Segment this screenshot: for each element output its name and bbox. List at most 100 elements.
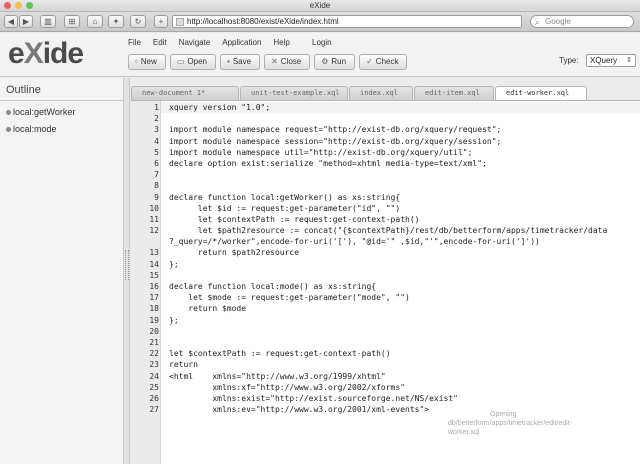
- code-line[interactable]: 19};: [131, 315, 640, 326]
- back-button[interactable]: ◀: [4, 15, 18, 28]
- code-line[interactable]: 3 import module namespace request="http:/…: [131, 124, 640, 135]
- maximize-window-icon[interactable]: [26, 2, 33, 9]
- exide-logo: eXide: [8, 37, 84, 70]
- type-select[interactable]: XQuery ⇕: [586, 54, 636, 67]
- code-text: import module namespace session="http://…: [169, 136, 502, 146]
- code-line[interactable]: 14};: [131, 259, 640, 270]
- new-tab-button[interactable]: +: [154, 15, 168, 28]
- code-line[interactable]: 4 import module namespace session="http:/…: [131, 136, 640, 147]
- line-number: 1: [154, 103, 159, 112]
- splitter-grip-icon[interactable]: [125, 250, 129, 280]
- code-line[interactable]: 25 xmlns:xf="http://www.w3.org/2002/xfor…: [131, 382, 640, 393]
- folder-icon: ▭: [176, 57, 185, 66]
- open-button[interactable]: ▭ Open: [169, 54, 216, 70]
- top-sites-button[interactable]: ⊞: [64, 15, 80, 28]
- menu-application[interactable]: Application: [222, 38, 261, 47]
- code-line[interactable]: 9 declare function local:getWorker() as x…: [131, 192, 640, 203]
- new-document-icon: ▫: [135, 57, 138, 66]
- menu-edit[interactable]: Edit: [153, 38, 167, 47]
- tab-new-document[interactable]: new-document 1*: [131, 86, 239, 100]
- code-line[interactable]: ?_query=/*/worker",encode-for-uri('['), …: [131, 236, 640, 247]
- outline-title: Outline: [6, 84, 41, 96]
- extension-button[interactable]: ✦: [108, 15, 124, 28]
- code-line[interactable]: 16 declare function local:mode() as xs:st…: [131, 281, 640, 292]
- code-line[interactable]: 10 let $id := request:get-parameter("id"…: [131, 203, 640, 214]
- status-line-3: worker.xql: [448, 429, 480, 436]
- line-number: 14: [149, 259, 159, 269]
- home-icon: ⌂: [92, 17, 98, 26]
- code-line[interactable]: 12 let $path2resource := concat("{$conte…: [131, 225, 640, 236]
- browser-toolbar: ◀ ▶ ▥ ⊞ ⌂ ✦ ↻ + http://localhost:8080/ex…: [0, 12, 640, 32]
- run-button[interactable]: ⚙ Run: [314, 54, 356, 70]
- code-line[interactable]: 17 let $mode := request:get-parameter("m…: [131, 292, 640, 303]
- code-line[interactable]: 24 <html xmlns="http://www.w3.org/1999/xh…: [131, 371, 640, 382]
- code-text: };: [169, 259, 179, 269]
- close-window-icon[interactable]: [4, 2, 11, 9]
- code-text: ?_query=/*/worker",encode-for-uri('['), …: [169, 237, 540, 247]
- close-icon: ✕: [271, 57, 278, 66]
- puzzle-icon: ✦: [112, 17, 120, 26]
- code-line[interactable]: 22 let $contextPath := request:get-contex…: [131, 348, 640, 359]
- bookmarks-button[interactable]: ▥: [40, 15, 56, 28]
- document-tabs: new-document 1* unit-test-example.xql in…: [131, 86, 640, 100]
- type-label: Type:: [559, 56, 579, 65]
- new-button[interactable]: ▫ New: [128, 54, 166, 70]
- tab-index[interactable]: index.xql: [349, 86, 413, 100]
- code-text: let $path2resource := concat("{$contextP…: [169, 226, 608, 236]
- function-bullet-icon: [6, 109, 11, 115]
- code-line[interactable]: 6 declare option exist:serialize "method=…: [131, 158, 640, 169]
- minimize-window-icon[interactable]: [15, 2, 22, 9]
- line-number: 18: [149, 304, 159, 314]
- tab-edit-item[interactable]: edit-item.xql: [414, 86, 494, 100]
- code-text: let $id := request:get-parameter("id", "…: [169, 203, 401, 213]
- code-line[interactable]: 26 xmlns:exist="http://exist.sourceforge…: [131, 393, 640, 404]
- back-icon: ◀: [7, 17, 15, 26]
- close-button[interactable]: ✕ Close: [264, 54, 311, 70]
- status-overlay: Opening db/betterform/apps/timetracker/e…: [448, 410, 638, 437]
- reload-icon: ↻: [134, 17, 142, 26]
- code-line[interactable]: 15: [131, 270, 640, 281]
- code-line[interactable]: 23 return: [131, 359, 640, 370]
- outline-item-getworker[interactable]: local:getWorker: [6, 107, 123, 117]
- search-placeholder: Google: [545, 17, 571, 26]
- code-line[interactable]: 11 let $contextPath := request:get-conte…: [131, 214, 640, 225]
- code-text: return $mode: [169, 304, 247, 314]
- code-line[interactable]: 20: [131, 326, 640, 337]
- menu-file[interactable]: File: [128, 38, 141, 47]
- line-number: 15: [149, 270, 159, 280]
- line-number: 17: [149, 293, 159, 303]
- forward-button[interactable]: ▶: [19, 15, 33, 28]
- outline-sidebar: Outline local:getWorker local:mode: [0, 78, 124, 464]
- line-number: 26: [149, 393, 159, 403]
- code-line[interactable]: 13 return $path2resource: [131, 247, 640, 258]
- open-label: Open: [187, 57, 207, 66]
- code-line[interactable]: 5 import module namespace util="http://ex…: [131, 147, 640, 158]
- outline-divider: [0, 100, 123, 101]
- code-line[interactable]: 8: [131, 180, 640, 191]
- check-button[interactable]: ✓ Check: [359, 54, 408, 70]
- code-line[interactable]: 18 return $mode: [131, 303, 640, 314]
- menu-navigate[interactable]: Navigate: [179, 38, 211, 47]
- status-line-2: db/betterform/apps/timetracker/edit/edit…: [448, 420, 573, 427]
- code-line[interactable]: 1 xquery version "1.0";: [131, 102, 640, 113]
- code-text: let $contextPath := request:get-context-…: [169, 349, 391, 359]
- save-button[interactable]: ▪ Save: [220, 54, 261, 70]
- tab-unit-test-example[interactable]: unit-test-example.xql: [240, 86, 348, 100]
- code-text: declare option exist:serialize "method=x…: [169, 158, 487, 168]
- reload-button[interactable]: ↻: [130, 15, 146, 28]
- menu-help[interactable]: Help: [273, 38, 289, 47]
- url-input[interactable]: http://localhost:8080/exist/eXide/index.…: [172, 15, 522, 28]
- outline-item-mode[interactable]: local:mode: [6, 124, 123, 134]
- code-line[interactable]: 21: [131, 337, 640, 348]
- code-line[interactable]: 7: [131, 169, 640, 180]
- code-lines: 1 xquery version "1.0"; 2 3 import module na…: [131, 102, 640, 415]
- function-bullet-icon: [6, 126, 11, 132]
- login-link[interactable]: Login: [312, 38, 332, 47]
- tab-edit-worker[interactable]: edit-worker.xql: [495, 86, 587, 100]
- line-number: 4: [154, 136, 159, 146]
- search-input[interactable]: ⌕ Google: [530, 15, 634, 28]
- editor-toolbar: ▫ New ▭ Open ▪ Save ✕ Close ⚙ Run ✓ Check: [128, 54, 408, 70]
- window-controls: [4, 2, 33, 9]
- home-button[interactable]: ⌂: [87, 15, 103, 28]
- code-line[interactable]: 2: [131, 113, 640, 124]
